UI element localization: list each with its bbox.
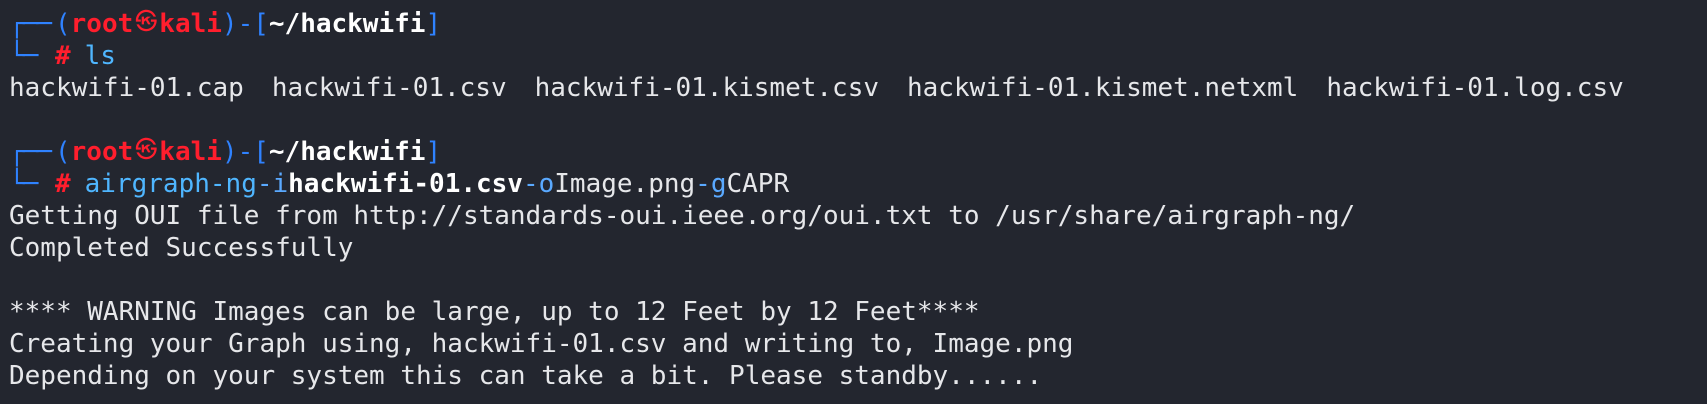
output-text: **** WARNING Images can be large, up to … bbox=[9, 297, 980, 327]
prompt-close-paren: )-[ bbox=[221, 9, 269, 39]
prompt-corner-top: ┌── bbox=[9, 137, 52, 167]
prompt-open-paren: ( bbox=[55, 137, 71, 167]
prompt-host: kali bbox=[159, 137, 222, 167]
prompt-host: kali bbox=[159, 9, 222, 39]
prompt-line-1: ┌──(root ㉿ kali)-[~/hackwifi] bbox=[9, 8, 1707, 40]
command-name: ls bbox=[84, 41, 116, 71]
file-item: hackwifi-01.cap bbox=[9, 73, 244, 103]
output-text: Depending on your system this can take a… bbox=[9, 361, 1043, 391]
command-arg: hackwifi-01.csv bbox=[288, 169, 523, 199]
file-item: hackwifi-01.kismet.csv bbox=[534, 73, 879, 103]
kali-skull-icon: ㉿ bbox=[135, 138, 158, 163]
prompt-line-2: ┌──(root ㉿ kali)-[~/hackwifi] bbox=[9, 136, 1707, 168]
prompt-corner-bottom: └─ bbox=[9, 41, 38, 71]
kali-skull-icon: ㉿ bbox=[135, 10, 158, 35]
terminal-window[interactable]: ┌──(root ㉿ kali)-[~/hackwifi] └─ # ls hackwi… bbox=[0, 0, 1707, 404]
prompt-corner-bottom: └─ bbox=[9, 169, 38, 199]
output-text: Getting OUI file from http://standards-o… bbox=[9, 201, 1356, 231]
prompt-user: root bbox=[70, 137, 134, 167]
output-line: Creating your Graph using, hackwifi-01.c… bbox=[9, 328, 1707, 360]
command-line-2[interactable]: └─ # airgraph-ng -i hackwifi-01.csv -o Ima… bbox=[9, 168, 1707, 200]
command-arg: Image.png bbox=[554, 169, 696, 199]
ls-output-line: hackwifi-01.cap hackwifi-01.csv hackwifi-0… bbox=[9, 72, 1707, 104]
command-flag: -o bbox=[522, 169, 555, 199]
command-flag: -i bbox=[256, 169, 289, 199]
output-line: Completed Successfully bbox=[9, 232, 1707, 264]
prompt-close-bracket: ] bbox=[425, 9, 442, 39]
command-name: airgraph-ng bbox=[84, 169, 257, 199]
command-line-1[interactable]: └─ # ls bbox=[9, 40, 1707, 72]
prompt-symbol: # bbox=[55, 169, 71, 199]
prompt-corner-top: ┌── bbox=[9, 9, 52, 39]
prompt-close-paren: )-[ bbox=[221, 137, 269, 167]
output-line: **** WARNING Images can be large, up to … bbox=[9, 296, 1707, 328]
output-line: Depending on your system this can take a… bbox=[9, 360, 1707, 392]
output-text: Completed Successfully bbox=[9, 233, 354, 263]
file-item: hackwifi-01.kismet.netxml bbox=[907, 73, 1299, 103]
command-arg: CAPR bbox=[726, 169, 790, 199]
prompt-path: ~/hackwifi bbox=[268, 9, 426, 39]
file-item: hackwifi-01.log.csv bbox=[1326, 73, 1624, 103]
prompt-user: root bbox=[70, 9, 134, 39]
file-item: hackwifi-01.csv bbox=[271, 73, 507, 103]
prompt-open-paren: ( bbox=[55, 9, 71, 39]
prompt-close-bracket: ] bbox=[425, 137, 442, 167]
prompt-symbol: # bbox=[55, 41, 71, 71]
output-line: Getting OUI file from http://standards-o… bbox=[9, 200, 1707, 232]
output-text: Creating your Graph using, hackwifi-01.c… bbox=[9, 329, 1074, 359]
prompt-path: ~/hackwifi bbox=[268, 137, 426, 167]
command-flag: -g bbox=[695, 169, 727, 199]
